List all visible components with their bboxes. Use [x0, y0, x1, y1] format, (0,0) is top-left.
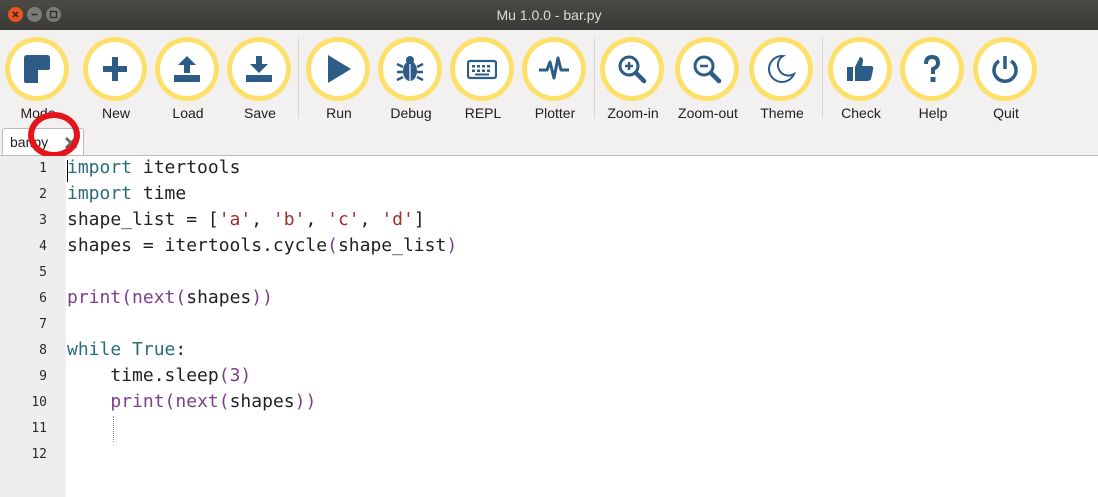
- line-number: 4: [39, 239, 47, 254]
- repl-button[interactable]: REPL: [448, 36, 518, 124]
- line-number: 1: [39, 161, 47, 176]
- play-icon: [328, 55, 351, 83]
- code-line: print(next(shapes)): [67, 287, 273, 308]
- line-number: 11: [31, 421, 47, 436]
- zoom-in-icon: [618, 55, 647, 84]
- moon-icon: [768, 54, 796, 83]
- theme-button[interactable]: Theme: [747, 36, 817, 124]
- quit-button[interactable]: Quit: [971, 36, 1041, 124]
- question-icon: [924, 54, 941, 82]
- mode-icon: [24, 55, 50, 83]
- code-line: shape_list = ['a', 'b', 'c', 'd']: [67, 209, 425, 230]
- zoom-out-button[interactable]: Zoom-out: [673, 36, 743, 124]
- line-number: 2: [39, 187, 47, 202]
- keyboard-icon: [467, 59, 497, 80]
- tab-bar: bar.py: [0, 128, 1098, 156]
- line-number: 9: [39, 369, 47, 384]
- code-line: while True:: [67, 339, 187, 360]
- new-button[interactable]: New: [81, 36, 151, 124]
- download-icon: [246, 56, 272, 82]
- upload-icon: [174, 56, 200, 82]
- tab-label: bar.py: [10, 134, 49, 150]
- bug-icon: [396, 56, 424, 82]
- line-number: 12: [31, 447, 47, 462]
- code-editor[interactable]: 1 2 3 4 5 6 7 8 9 10 11 12 import iterto…: [0, 156, 1098, 497]
- thumbs-up-icon: [847, 57, 874, 81]
- power-icon: [992, 56, 1018, 83]
- tab-bar-py[interactable]: bar.py: [2, 128, 84, 155]
- help-button[interactable]: Help: [898, 36, 968, 124]
- code-line: print(next(shapes)): [110, 391, 317, 412]
- debug-button[interactable]: Debug: [376, 36, 446, 124]
- line-number: 10: [31, 395, 47, 410]
- close-icon[interactable]: [63, 135, 79, 151]
- line-number: 7: [39, 317, 47, 332]
- theme-button-label: Theme: [760, 105, 804, 121]
- zoom-in-button[interactable]: Zoom-in: [598, 36, 668, 124]
- code-line: import itertools: [67, 157, 241, 178]
- code-line: shapes = itertools.cycle(shape_list): [67, 235, 458, 256]
- plotter-button[interactable]: Plotter: [520, 36, 590, 124]
- title-bar: Mu 1.0.0 - bar.py: [0, 0, 1098, 30]
- run-button[interactable]: Run: [304, 36, 374, 124]
- window-title: Mu 1.0.0 - bar.py: [496, 7, 602, 23]
- check-button[interactable]: Check: [826, 36, 896, 124]
- plotter-button-label: Plotter: [534, 105, 576, 121]
- line-number: 6: [39, 291, 47, 306]
- toolbar: Mode New Load Save Run Debug REPL Plotte…: [0, 30, 1098, 128]
- save-button-label: Save: [244, 105, 276, 121]
- line-number-gutter: 1 2 3 4 5 6 7 8 9 10 11 12: [0, 156, 66, 497]
- line-number: 3: [39, 213, 47, 228]
- plus-icon: [103, 57, 127, 81]
- line-number: 5: [39, 265, 47, 280]
- pulse-icon: [539, 56, 569, 80]
- quit-button-label: Quit: [993, 105, 1019, 121]
- mode-button[interactable]: Mode: [3, 36, 73, 124]
- indent-guide: [113, 416, 114, 442]
- line-number: 8: [39, 343, 47, 358]
- save-button[interactable]: Save: [225, 36, 295, 124]
- code-line: time.sleep(3): [67, 365, 252, 386]
- code-line: import time: [67, 183, 187, 204]
- zoom-out-icon: [693, 55, 722, 84]
- load-button[interactable]: Load: [153, 36, 223, 124]
